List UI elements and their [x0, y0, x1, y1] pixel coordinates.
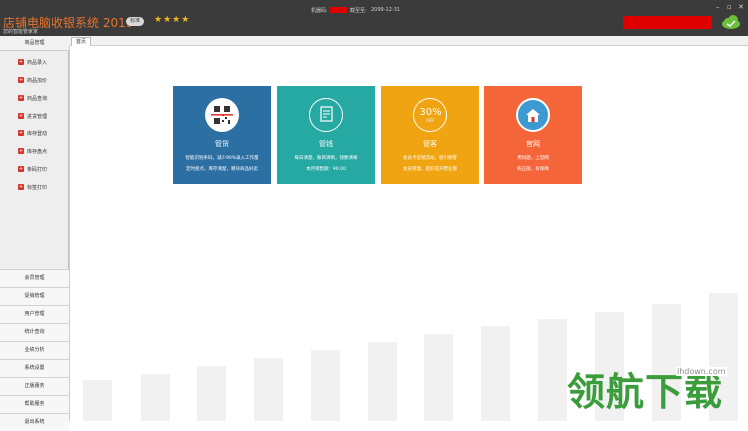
plus-icon: +	[18, 148, 24, 154]
nav-member[interactable]: 会员管理	[0, 269, 69, 287]
machine-code-redacted	[330, 7, 347, 13]
sidebar-item-label: 商品录入	[27, 59, 48, 66]
card-text: 会员卡促销活动，吸引顾客	[403, 156, 457, 161]
watermark-logo: 领航下载	[567, 370, 724, 414]
decor-bar	[481, 326, 510, 421]
card-title: 官网	[526, 140, 540, 148]
card-official-site[interactable]: 官网 用问题，上官网 购正版，有保障	[484, 86, 582, 184]
card-manage-money[interactable]: 管钱 每日清楚，账目清晰，钱数清晰 本月销售额：¥0.00	[277, 86, 375, 184]
plus-icon: +	[18, 77, 24, 83]
card-title: 管货	[215, 140, 229, 148]
card-title: 管钱	[319, 140, 333, 148]
cloud-icon[interactable]	[721, 14, 741, 30]
card-text: 本月销售额：¥0.00	[306, 167, 346, 172]
card-manage-goods[interactable]: 管货 智能识别条码，减少90%录入工作量 定时盘点，库存清楚，哪块商品好卖	[173, 86, 271, 184]
nav-user[interactable]: 用户管理	[0, 305, 69, 323]
plus-icon: +	[18, 95, 24, 101]
nav-performance[interactable]: 业绩分析	[0, 341, 69, 359]
card-text: 会员管理，是好提升营业额	[403, 167, 457, 172]
card-text: 定时盘点，库存清楚，哪块商品好卖	[186, 167, 258, 172]
tab-bar: 首页	[69, 36, 748, 46]
plus-icon: +	[18, 59, 24, 65]
decor-bar	[424, 334, 453, 421]
decor-bar	[538, 319, 567, 421]
card-manage-customers[interactable]: 30% OFF 管客 会员卡促销活动，吸引顾客 会员管理，是好提升营业额	[381, 86, 479, 184]
nav-help[interactable]: 帮助服务	[0, 395, 69, 413]
document-edit-icon	[309, 98, 343, 132]
sidebar-item-label: 库存盘点	[27, 148, 48, 155]
plus-icon: +	[18, 184, 24, 190]
discount-30-off-icon: 30% OFF	[413, 98, 447, 132]
sidebar-item-stock-check[interactable]: + 库存盘点	[18, 147, 47, 155]
decor-bar	[311, 350, 340, 421]
plus-icon: +	[18, 166, 24, 172]
expire-date: 2099-12-31	[371, 7, 401, 13]
minimize-button[interactable]: –	[716, 4, 720, 11]
sidebar-item-purchase[interactable]: + 进货管理	[18, 112, 47, 120]
nav-exit[interactable]: 退出系统	[0, 413, 69, 431]
close-button[interactable]: ✕	[738, 4, 744, 11]
nav-license[interactable]: 正版服务	[0, 377, 69, 395]
version-badge: 标准	[126, 17, 144, 26]
home-icon	[516, 98, 550, 132]
expire-label: 截至至:	[350, 8, 367, 14]
card-title: 管客	[423, 140, 437, 148]
decor-bar	[141, 374, 170, 421]
decor-bar	[83, 380, 112, 421]
decor-bar	[197, 366, 226, 421]
nav-promotion[interactable]: 促销管理	[0, 287, 69, 305]
decor-bar	[254, 358, 283, 421]
rating-stars: ★★★★	[154, 15, 191, 25]
sidebar-item-label: 标签打印	[27, 184, 48, 191]
watermark-url: lhdown.com	[676, 367, 727, 376]
barcode-scan-icon	[205, 98, 239, 132]
app-subtitle: 您的智能管家家	[3, 29, 39, 35]
tab-home[interactable]: 首页	[71, 37, 91, 46]
svg-text:OFF: OFF	[426, 118, 435, 124]
sidebar-item-barcode-print[interactable]: + 条码打印	[18, 165, 47, 173]
title-bar: 店铺电脑收银系统 2019 标准 ★★★★ 您的智能管家家 机器码: 截至至: …	[0, 0, 748, 36]
card-text: 用问题，上官网	[517, 156, 549, 161]
machine-code-label: 机器码:	[311, 8, 328, 14]
sidebar-item-label: 商品加价	[27, 77, 48, 84]
card-text: 购正版，有保障	[517, 167, 549, 172]
nav-statistics[interactable]: 统计查询	[0, 323, 69, 341]
sidebar-item-stock-change[interactable]: + 库存登动	[18, 129, 47, 137]
sidebar-item-goods-markup[interactable]: + 商品加价	[18, 76, 47, 84]
sidebar-item-label: 进货管理	[27, 113, 48, 120]
nav-settings[interactable]: 系统设置	[0, 359, 69, 377]
plus-icon: +	[18, 130, 24, 136]
decor-bar	[368, 342, 397, 421]
card-text: 智能识别条码，减少90%录入工作量	[185, 156, 259, 161]
sidebar-item-goods-query[interactable]: + 商品查询	[18, 94, 47, 102]
sidebar-item-label: 库存登动	[27, 130, 48, 137]
sidebar-item-goods-entry[interactable]: + 商品录入	[18, 58, 47, 66]
plus-icon: +	[18, 113, 24, 119]
sidebar-header-goods[interactable]: 商品管理	[0, 36, 69, 51]
main-area: 首页 管货 智能识别条码，减少90%录入工作量 定时盘点，库存清楚，哪块商品好卖…	[69, 36, 748, 421]
svg-text:30%: 30%	[419, 107, 441, 118]
sidebar: 商品管理 + 商品录入 + 商品加价 + 商品查询 + 进货管理 + 库存登动 …	[0, 36, 69, 431]
maximize-button[interactable]: ▫	[727, 4, 732, 11]
sidebar-item-label: 条码打印	[27, 166, 48, 173]
sidebar-item-label: 商品查询	[27, 95, 48, 102]
card-text: 每日清楚，账目清晰，钱数清晰	[294, 156, 358, 161]
user-info-redacted	[623, 16, 712, 29]
sidebar-item-label-print[interactable]: + 标签打印	[18, 183, 47, 191]
